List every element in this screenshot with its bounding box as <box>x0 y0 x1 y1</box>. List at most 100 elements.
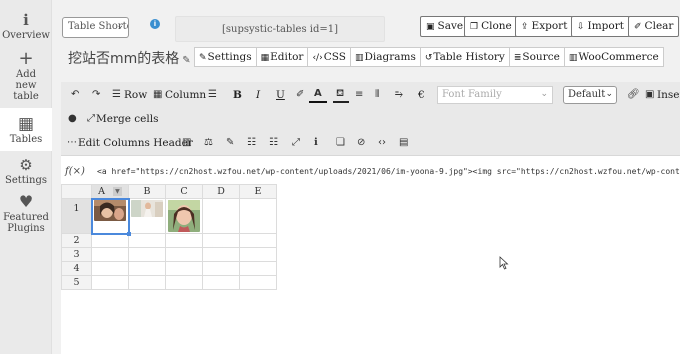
text-color-icon[interactable]: A <box>314 88 322 99</box>
redo-icon[interactable]: ↷ <box>92 89 100 100</box>
wrap-icon[interactable]: ⥱ <box>395 89 403 100</box>
grid-cell[interactable] <box>91 247 129 262</box>
clear-button[interactable]: ✐ Clear <box>628 16 680 37</box>
formula-input[interactable]: <a href="https://cn2host.wzfou.net/wp-co… <box>97 167 680 176</box>
grid-cell[interactable] <box>239 233 277 248</box>
cell-e1[interactable] <box>239 198 277 234</box>
grid-cell[interactable] <box>202 233 240 248</box>
row-header-5[interactable]: 5 <box>61 275 92 290</box>
row-header-4[interactable]: 4 <box>61 261 92 276</box>
tab-source[interactable]: ≣Source <box>508 47 565 67</box>
ellipsis-icon[interactable]: ⋯ <box>67 137 77 148</box>
tab-woocommerce[interactable]: ▥WooCommerce <box>563 47 664 67</box>
grid-cell[interactable] <box>128 275 166 290</box>
merge-cells-button[interactable]: Merge cells <box>96 113 158 125</box>
cell-a1[interactable] <box>90 197 131 236</box>
table-select[interactable]: Table Shortc ⌄ <box>62 17 129 38</box>
add-row-button[interactable]: Row <box>124 89 147 101</box>
grid-cell[interactable] <box>202 261 240 276</box>
fill-color-icon[interactable]: ⛾ <box>336 88 344 101</box>
grid-cell[interactable] <box>91 261 129 276</box>
balance-icon[interactable]: ⚖ <box>204 137 213 148</box>
column-header-e[interactable]: E <box>239 184 277 199</box>
copy-icon[interactable]: ❏ <box>336 137 345 148</box>
columns-icon[interactable]: ⦀ <box>375 89 379 100</box>
tab-table-history[interactable]: ↺Table History <box>419 47 510 67</box>
grid-cell[interactable] <box>128 247 166 262</box>
corner-cell[interactable] <box>61 184 92 199</box>
grid-cell[interactable] <box>239 261 277 276</box>
clear-label: Clear <box>644 20 674 32</box>
code-icon[interactable]: ‹› <box>378 137 386 148</box>
edit-icon[interactable]: ✎ <box>226 137 234 148</box>
tab-settings[interactable]: ✎Settings <box>194 47 257 67</box>
pencil-icon[interactable]: ✎ <box>182 55 190 66</box>
save-button[interactable]: ▣ Save <box>420 16 470 37</box>
cell-c1[interactable] <box>165 198 203 234</box>
grid-cell[interactable] <box>165 275 203 290</box>
grid-cell[interactable] <box>239 275 277 290</box>
row-header-2[interactable]: 2 <box>61 233 92 248</box>
tab-label: CSS <box>323 51 346 63</box>
list-icon[interactable]: ☷ <box>269 137 278 148</box>
row-header-1[interactable]: 1 <box>61 198 92 234</box>
grid-cell[interactable] <box>202 247 240 262</box>
bar-chart-icon[interactable]: ▥ <box>182 137 191 148</box>
tab-css[interactable]: ‹/›CSS <box>307 47 351 67</box>
grid-cell[interactable] <box>91 275 129 290</box>
column-header-a[interactable]: A ▼ <box>91 184 129 199</box>
cell-b1[interactable] <box>128 198 166 234</box>
tab-diagrams[interactable]: ▥Diagrams <box>349 47 421 67</box>
underline-button[interactable]: U <box>276 89 285 101</box>
merge-icon[interactable]: ⤢ <box>87 113 95 124</box>
cell-d1[interactable] <box>202 198 240 234</box>
sidebar-item-settings[interactable]: ⚙ Settings <box>0 151 52 186</box>
sidebar-item-tables[interactable]: ▦ Tables <box>0 108 52 151</box>
list-icon[interactable]: ☷ <box>247 137 256 148</box>
undo-icon[interactable]: ↶ <box>71 89 79 100</box>
link-icon[interactable]: 🔗︎ <box>627 89 640 100</box>
grid-cell[interactable] <box>165 233 203 248</box>
sidebar-item-overview[interactable]: ℹ Overview <box>0 0 52 41</box>
row-icon[interactable]: ☰ <box>112 89 121 100</box>
block-icon[interactable]: ⊘ <box>357 137 365 148</box>
shortcode-field[interactable]: [supsystic-tables id=1] <box>175 16 385 42</box>
grid-cell[interactable] <box>239 247 277 262</box>
grid-cell[interactable] <box>165 261 203 276</box>
export-button[interactable]: ⇪ Export <box>515 16 574 37</box>
image-icon[interactable]: ▣ <box>645 89 654 100</box>
grid-cell[interactable] <box>91 233 129 248</box>
column-header-b[interactable]: B <box>128 184 166 199</box>
info-box-icon[interactable]: ℹ <box>314 137 318 148</box>
sidebar-item-featured-plugins[interactable]: ♥ Featured Plugins <box>0 186 52 235</box>
grid-cell[interactable] <box>202 275 240 290</box>
info-icon[interactable]: i <box>150 19 160 29</box>
column-icon[interactable]: ▦ <box>153 89 162 100</box>
expand-icon[interactable]: ⤢ <box>292 137 300 148</box>
font-family-select[interactable]: Font Family ⌄ <box>437 86 553 104</box>
tab-editor[interactable]: ▦Editor <box>255 47 309 67</box>
row-header-3[interactable]: 3 <box>61 247 92 262</box>
grid-cell[interactable] <box>128 233 166 248</box>
column-header-c[interactable]: C <box>165 184 203 199</box>
add-column-button[interactable]: Column <box>165 89 206 101</box>
edit-columns-header-button[interactable]: Edit Columns Header <box>78 137 193 149</box>
sidebar-item-add-new-table[interactable]: + Add new table <box>0 41 52 103</box>
align-right-icon[interactable]: ≡ <box>355 89 363 100</box>
grid-cell[interactable] <box>165 247 203 262</box>
eraser-icon[interactable]: ✐ <box>296 89 304 100</box>
filter-icon[interactable]: ▼ <box>112 187 122 196</box>
column-header-d[interactable]: D <box>202 184 240 199</box>
import-button[interactable]: ⇩ Import <box>571 16 630 37</box>
insert-image-button[interactable]: Inser <box>657 89 680 101</box>
italic-button[interactable]: I <box>256 89 260 101</box>
fill-handle[interactable] <box>127 232 131 236</box>
align-icon[interactable]: ☰ <box>208 89 217 100</box>
grid-cell[interactable] <box>128 261 166 276</box>
comment-icon[interactable]: ● <box>68 113 77 124</box>
clone-button[interactable]: ❐ Clone <box>464 16 518 37</box>
table-icon[interactable]: ▤ <box>399 137 408 148</box>
currency-button[interactable]: € <box>418 89 425 101</box>
bold-button[interactable]: B <box>233 89 242 101</box>
font-size-select[interactable]: Default ⌄ <box>563 86 617 104</box>
